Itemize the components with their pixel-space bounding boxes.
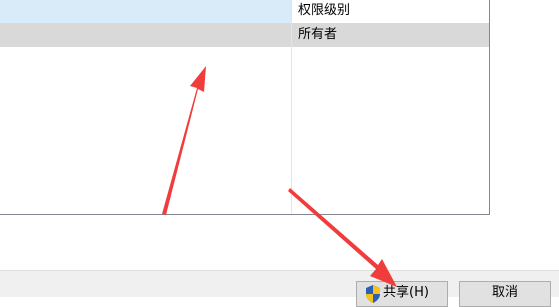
cancel-button-label: 取消 [491, 285, 518, 300]
uac-shield-icon [366, 285, 380, 303]
permission-level-header[interactable]: 权限级别 [298, 0, 350, 23]
column-divider [291, 0, 292, 214]
cancel-button[interactable]: 取消 [459, 281, 551, 307]
permissions-header-row: 权限级别 [0, 0, 489, 23]
share-button[interactable]: 共享(H) [356, 281, 448, 307]
permissions-list[interactable]: 权限级别 所有者 [0, 0, 490, 215]
permission-level-value[interactable]: 所有者 [298, 23, 337, 47]
name-column-header[interactable] [0, 0, 291, 23]
table-row[interactable]: 所有者 [0, 23, 489, 47]
share-button-label: 共享(H) [383, 285, 429, 300]
